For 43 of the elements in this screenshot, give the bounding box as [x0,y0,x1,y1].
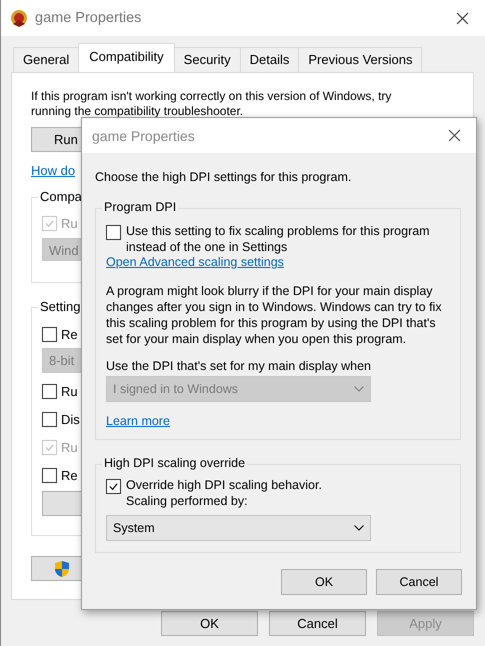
checkbox[interactable] [106,225,121,240]
checkbox-label: Re [61,326,78,342]
footer-button[interactable]: OK [161,611,258,636]
chevron-icon [354,525,364,531]
chevron-icon [354,386,364,392]
check-icon [108,481,119,492]
app-icon [9,8,29,28]
group-label: Program DPI [102,200,178,214]
description-text: A program might look blurry if the DPI for your main display changes after you sign in to Windows. Windows can try to fix this scaling problem for this program by using the DPI that's set for your main display when you open this program. [106,283,443,347]
help-link[interactable]: How do [31,163,76,178]
checkbox-label: Ru [61,440,78,454]
check-icon [44,442,55,452]
dropdown[interactable]: System [106,515,371,541]
check-icon [44,218,55,228]
learn-more-link[interactable]: Learn more [106,414,170,428]
tab[interactable]: General [13,47,80,72]
tab[interactable]: Compatibility [78,43,175,72]
checkbox-label: Ru [61,384,78,398]
checkbox[interactable] [42,412,57,426]
checkbox[interactable] [42,468,57,482]
prompt-text: Choose the high DPI settings for this program. [95,170,352,184]
group-label: High DPI scaling override [102,456,248,470]
checkbox-label: Override high DPI scaling behavior. Scaling performed by: [126,477,322,509]
checkbox[interactable] [42,384,57,398]
intro-text: If this program isn't working correctly on this version of Windows, try running the compatibility troubleshooter. [31,89,392,119]
checkbox-label: Dis [61,412,80,426]
checkbox[interactable] [106,479,121,494]
advanced-scaling-link[interactable]: Open Advanced scaling settings [106,255,284,269]
dialog-button[interactable]: OK [281,569,367,595]
close-icon[interactable] [456,12,469,24]
checkbox-label: Re [61,468,78,482]
tab[interactable]: Previous Versions [298,47,422,72]
shield-icon [54,560,70,578]
checkbox-label: Use this setting to fix scaling problems for this program instead of the one in Settings [126,223,431,255]
checkbox[interactable] [42,326,57,342]
dropdown-label: Use the DPI that's set for my main display when [106,359,372,373]
footer-button[interactable]: Cancel [269,611,366,636]
group-label: Setting [38,299,82,314]
close-icon[interactable] [448,129,461,142]
window-title: game Properties [35,10,142,26]
checkbox-label: Ru [61,216,78,230]
dialog-button[interactable]: Cancel [376,569,462,595]
group-label: Compa [38,189,84,204]
